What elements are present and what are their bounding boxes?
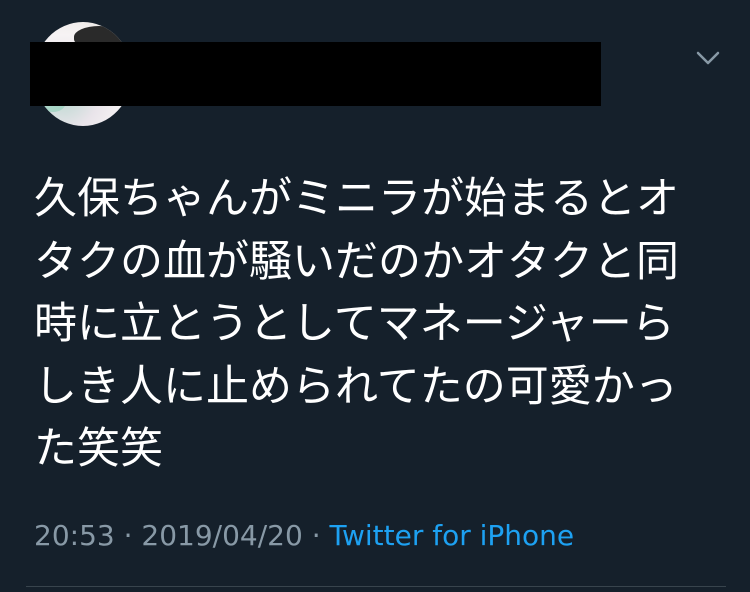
tweet-source-link[interactable]: Twitter for iPhone [330, 519, 575, 552]
tweet-detail: 久保ちゃんがミニラが始まるとオタクの血が騒いだのかオタクと同時に立とうとしてマネ… [0, 0, 750, 592]
meta-separator: · [114, 519, 142, 552]
tweet-date[interactable]: 2019/04/20 [141, 519, 302, 552]
tweet-meta: 20:53 · 2019/04/20 · Twitter for iPhone [34, 516, 574, 556]
tweet-time[interactable]: 20:53 [34, 519, 115, 552]
divider [26, 586, 726, 587]
redacted-user-name [30, 42, 601, 106]
tweet-text: 久保ちゃんがミニラが始まるとオタクの血が騒いだのかオタクと同時に立とうとしてマネ… [34, 174, 679, 474]
meta-separator: · [302, 519, 330, 552]
chevron-down-icon[interactable] [694, 46, 722, 70]
